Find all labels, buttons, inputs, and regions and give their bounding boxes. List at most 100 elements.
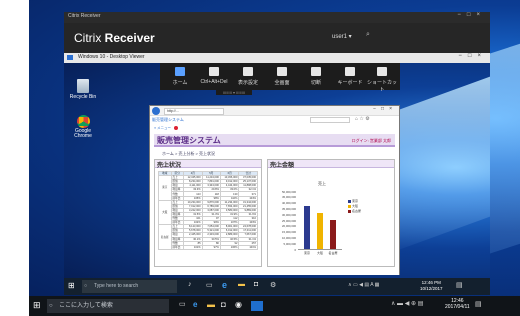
viewer-window-controls[interactable]: −□× — [458, 53, 487, 59]
home-icon[interactable]: ⌂ ☆ ⚙ — [355, 116, 370, 122]
toolbar-home-button[interactable]: ホーム — [164, 65, 196, 89]
browser-page: ≡ メニュー 販売管理システム ログイン: 営業部 太郎 ホーム > 売上分析 … — [150, 125, 399, 275]
tab-title[interactable]: 販売管理システム — [152, 117, 184, 123]
store-icon[interactable]: ◘ — [221, 300, 226, 309]
toolbar-disconnect-button[interactable]: 切断 — [300, 65, 332, 89]
home-icon — [175, 67, 185, 76]
remote-taskbar: ⊞ ○ Type here to search ♪ ▭ e ▬ ◘ ⚙ ∧ ▭ … — [64, 278, 490, 295]
menu-link[interactable]: ≡ メニュー — [154, 126, 171, 131]
browser-search-input[interactable] — [310, 117, 350, 123]
citrix-header: Citrix Receiver user1 ▾ ⌕ — [64, 23, 490, 53]
task-view-icon[interactable]: ▭ — [179, 300, 186, 308]
microphone-icon[interactable]: ♪ — [188, 281, 192, 288]
app-banner: 販売管理システム ログイン: 営業部 太郎 — [154, 134, 395, 147]
host-clock[interactable]: 12:46 2017/04/11 — [445, 298, 470, 310]
host-search-input[interactable]: ○ ここに入力して検索 — [47, 299, 169, 313]
toolbar-handle[interactable]: IIIIIIII ▾ IIIIIIII — [216, 90, 252, 95]
store-icon[interactable]: ◘ — [254, 281, 258, 288]
task-view-icon[interactable]: ▭ — [206, 281, 213, 289]
recycle-bin-shortcut[interactable]: Recycle Bin — [68, 79, 98, 100]
panel-controls[interactable]: ▼ ✓ — — [270, 161, 392, 166]
notification-icon[interactable]: ▤ — [475, 300, 482, 308]
chrome-icon[interactable]: ◉ — [235, 300, 242, 309]
wallpaper-beam — [390, 72, 490, 254]
y-tick-label: 35,000,000 — [282, 206, 296, 211]
search-icon: ○ — [84, 283, 88, 289]
region-cell: 東京 — [158, 175, 172, 201]
citrix-logo: Citrix Receiver — [74, 31, 155, 45]
y-tick-label: 30,000,000 — [282, 212, 296, 217]
legend-entry[interactable]: 名古屋 — [348, 209, 361, 214]
table-row: 大阪 売上 10,234,000 9,876,000 11,234,000 31,344,… — [158, 199, 258, 226]
desktop-viewer-title-bar: Windows 10 - Desktop Viewer −□× — [64, 53, 490, 63]
toolbar-display-settings-button[interactable]: 表示設定 — [232, 65, 264, 89]
browser-tab-strip: http://... −□× — [150, 106, 399, 116]
chart-bar[interactable] — [317, 213, 323, 249]
settings-icon[interactable]: ⚙ — [270, 281, 276, 289]
host-taskbar: ⊞ ○ ここに入力して検索 ▭ e ▬ ◘ ◉ ∧ ▬ ◀ ⊕ ▤ 12:46 … — [29, 296, 520, 316]
table-row: 前年比 101% 97% 106% 101% — [159, 244, 258, 250]
google-chrome-shortcut[interactable]: Google Chrome — [68, 115, 98, 139]
browser-window-controls[interactable]: −□× — [373, 106, 397, 112]
notification-icon[interactable]: ▤ — [456, 281, 463, 289]
file-explorer-icon[interactable]: ▬ — [238, 281, 245, 288]
y-tick-label: 20,000,000 — [282, 224, 296, 229]
remote-clock[interactable]: 12:46 PM 10/12/2017 — [420, 280, 443, 292]
citrix-title-bar: Citrix Receiver −□× — [64, 12, 490, 23]
ie-icon[interactable] — [152, 107, 160, 115]
alert-icon — [174, 126, 178, 130]
y-tick-label: 10,000,000 — [282, 235, 296, 240]
table-cell: 106% — [219, 244, 240, 250]
start-icon[interactable]: ⊞ — [68, 281, 75, 290]
desktop-viewer-title: Windows 10 - Desktop Viewer — [78, 54, 145, 60]
edge-icon[interactable]: e — [193, 300, 197, 309]
user-menu[interactable]: user1 ▾ — [332, 33, 352, 40]
search-icon: ○ — [49, 303, 53, 309]
y-tick-label: 0 — [294, 247, 296, 252]
toolbar-shortcuts-button[interactable]: ショートカット — [366, 65, 398, 93]
table-cell: 101% — [183, 244, 203, 250]
chart-bar[interactable] — [330, 220, 336, 249]
remote-search-input[interactable]: ○ Type here to search — [82, 280, 177, 293]
legend-label: 名古屋 — [352, 209, 362, 213]
legend-swatch — [348, 204, 351, 208]
keyboard-icon — [209, 67, 219, 76]
viewer-app-icon — [67, 55, 73, 60]
citrix-taskbar-icon[interactable] — [251, 301, 263, 311]
sales-chart: 売上 50,000,000 45,000,000 40,000,000 35,000,… — [268, 169, 394, 266]
panel-header: 売上状況 ▼ ✓ — — [155, 160, 261, 169]
citrix-receiver-window: Citrix Receiver −□× Citrix Receiver user… — [64, 12, 490, 295]
toolbar-ctrl-alt-del-button[interactable]: Ctrl+Alt+Del — [198, 65, 230, 89]
sales-amount-panel: 売上金額 ▼ ✓ — 売上 50,000,000 45,000,000 40,000… — [267, 159, 395, 267]
x-axis-line — [298, 249, 342, 250]
remote-desktop: ホーム Ctrl+Alt+Del 表示設定 全画面 切断 キーボード ショートカ… — [64, 63, 490, 295]
chart-bar[interactable] — [304, 206, 310, 249]
edge-icon[interactable]: e — [222, 280, 227, 290]
chrome-icon — [76, 115, 90, 128]
system-tray-icons[interactable]: ∧ ▬ ◀ ⊕ ▤ — [391, 300, 423, 307]
breadcrumb[interactable]: ホーム > 売上分析 > 売上状況 — [162, 151, 215, 157]
file-explorer-icon[interactable]: ▬ — [207, 300, 215, 309]
window-controls[interactable]: −□× — [457, 12, 486, 18]
viewer-toolbar: ホーム Ctrl+Alt+Del 表示設定 全画面 切断 キーボード ショートカ… — [160, 63, 400, 93]
legend-swatch — [348, 199, 351, 203]
start-icon[interactable]: ⊞ — [33, 300, 41, 310]
y-tick-label: 5,000,000 — [283, 241, 296, 246]
legend-label: 東京 — [352, 199, 359, 203]
chart-title: 売上 — [318, 181, 326, 186]
y-tick-label: 50,000,000 — [282, 189, 296, 194]
user-info[interactable]: ログイン: 営業部 太郎 — [352, 138, 391, 144]
toolbar-keyboard-button[interactable]: キーボード — [334, 65, 366, 89]
y-tick-label: 25,000,000 — [282, 218, 296, 223]
system-tray-icons[interactable]: ∧ ▭ ◀ ▤ A ▦ — [348, 282, 379, 288]
toolbar-fullscreen-button[interactable]: 全画面 — [266, 65, 298, 89]
y-tick-label: 40,000,000 — [282, 201, 296, 206]
panel-controls[interactable]: ▼ ✓ — — [157, 161, 259, 166]
legend-label: 大阪 — [352, 204, 359, 208]
sales-status-panel: 売上状況 ▼ ✓ — 地域 区分 4月 5月 6月 合計 東京 売上 12,345,000 11… — [154, 159, 262, 267]
x-tick-label: 東京 — [303, 251, 310, 255]
browser-tab[interactable]: http://... — [164, 108, 224, 115]
search-icon[interactable]: ⌕ — [366, 31, 370, 39]
screen: ⊞ ○ ここに入力して検索 ▭ e ▬ ◘ ◉ ∧ ▬ ◀ ⊕ ▤ 12:46 … — [0, 0, 520, 316]
region-cell: 名古屋 — [158, 224, 172, 250]
